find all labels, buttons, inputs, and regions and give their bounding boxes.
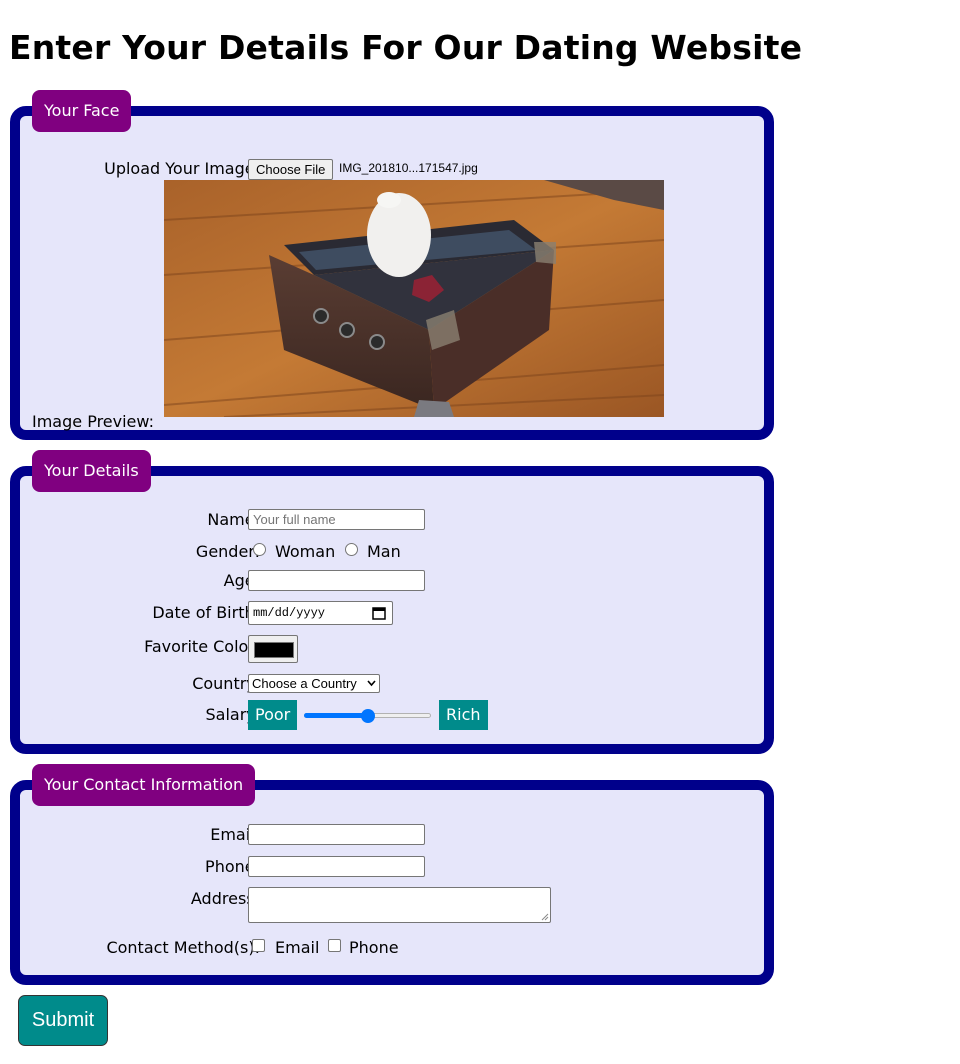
- phone-label: Phone:: [205, 857, 260, 876]
- submit-button[interactable]: Submit: [18, 995, 108, 1046]
- name-input[interactable]: Your full name: [248, 509, 425, 530]
- gender-woman-radio[interactable]: [253, 543, 266, 556]
- contact-phone-option: Phone: [349, 938, 399, 957]
- email-input[interactable]: [248, 824, 425, 845]
- salary-label: Salary:: [205, 705, 260, 724]
- color-swatch: [254, 642, 294, 658]
- age-input[interactable]: [248, 570, 425, 591]
- address-label: Address:: [190, 889, 260, 908]
- contact-panel: Email: Phone: Address: Contact Method(s)…: [10, 780, 774, 985]
- favorite-color-picker[interactable]: [248, 635, 298, 663]
- country-label: Country:: [192, 674, 260, 693]
- email-label: Email:: [210, 825, 260, 844]
- dob-input[interactable]: mm/dd/yyyy: [248, 601, 393, 625]
- contact-email-checkbox[interactable]: [252, 939, 265, 952]
- gender-woman-label: Woman: [275, 542, 336, 561]
- face-legend: Your Face: [32, 90, 132, 132]
- dob-label: Date of Birth:: [152, 603, 260, 622]
- salary-slider-thumb[interactable]: [361, 709, 375, 723]
- image-preview-label: Image Preview:: [32, 412, 154, 431]
- salary-slider[interactable]: [304, 709, 431, 723]
- dob-placeholder: mm/dd/yyyy: [253, 606, 326, 620]
- phone-input[interactable]: [248, 856, 425, 877]
- contact-email-option: Email: [275, 938, 320, 957]
- country-select[interactable]: Choose a Country: [248, 674, 380, 693]
- address-textarea[interactable]: [248, 887, 551, 923]
- selected-file-name: IMG_201810...171547.jpg: [339, 161, 478, 175]
- age-label: Age:: [223, 571, 260, 590]
- choose-file-button[interactable]: Choose File: [248, 159, 334, 180]
- name-label: Name:: [207, 510, 260, 529]
- country-selected-value: Choose a Country: [252, 676, 357, 691]
- gender-label: Gender:: [195, 542, 260, 561]
- resize-handle-icon[interactable]: [541, 913, 549, 921]
- upload-image-label: Upload Your Image:: [104, 159, 260, 178]
- salary-max-label: Rich: [439, 700, 488, 730]
- favorite-color-label: Favorite Color:: [144, 637, 260, 656]
- details-panel: Name: Your full name Gender: Woman Man A…: [10, 466, 774, 754]
- face-panel: Upload Your Image: Choose File IMG_20181…: [10, 106, 774, 440]
- gender-man-radio[interactable]: [345, 543, 358, 556]
- salary-min-label: Poor: [248, 700, 298, 730]
- calendar-icon[interactable]: [372, 606, 386, 620]
- contact-phone-checkbox[interactable]: [328, 939, 341, 952]
- gender-man-label: Man: [367, 542, 401, 561]
- image-preview: [164, 180, 664, 417]
- details-legend: Your Details: [32, 450, 151, 492]
- salary-slider-fill: [304, 713, 368, 718]
- contact-method-label: Contact Method(s):: [106, 938, 260, 957]
- page-title: Enter Your Details For Our Dating Websit…: [9, 28, 803, 67]
- chevron-down-icon: [367, 680, 376, 687]
- contact-legend: Your Contact Information: [32, 764, 256, 806]
